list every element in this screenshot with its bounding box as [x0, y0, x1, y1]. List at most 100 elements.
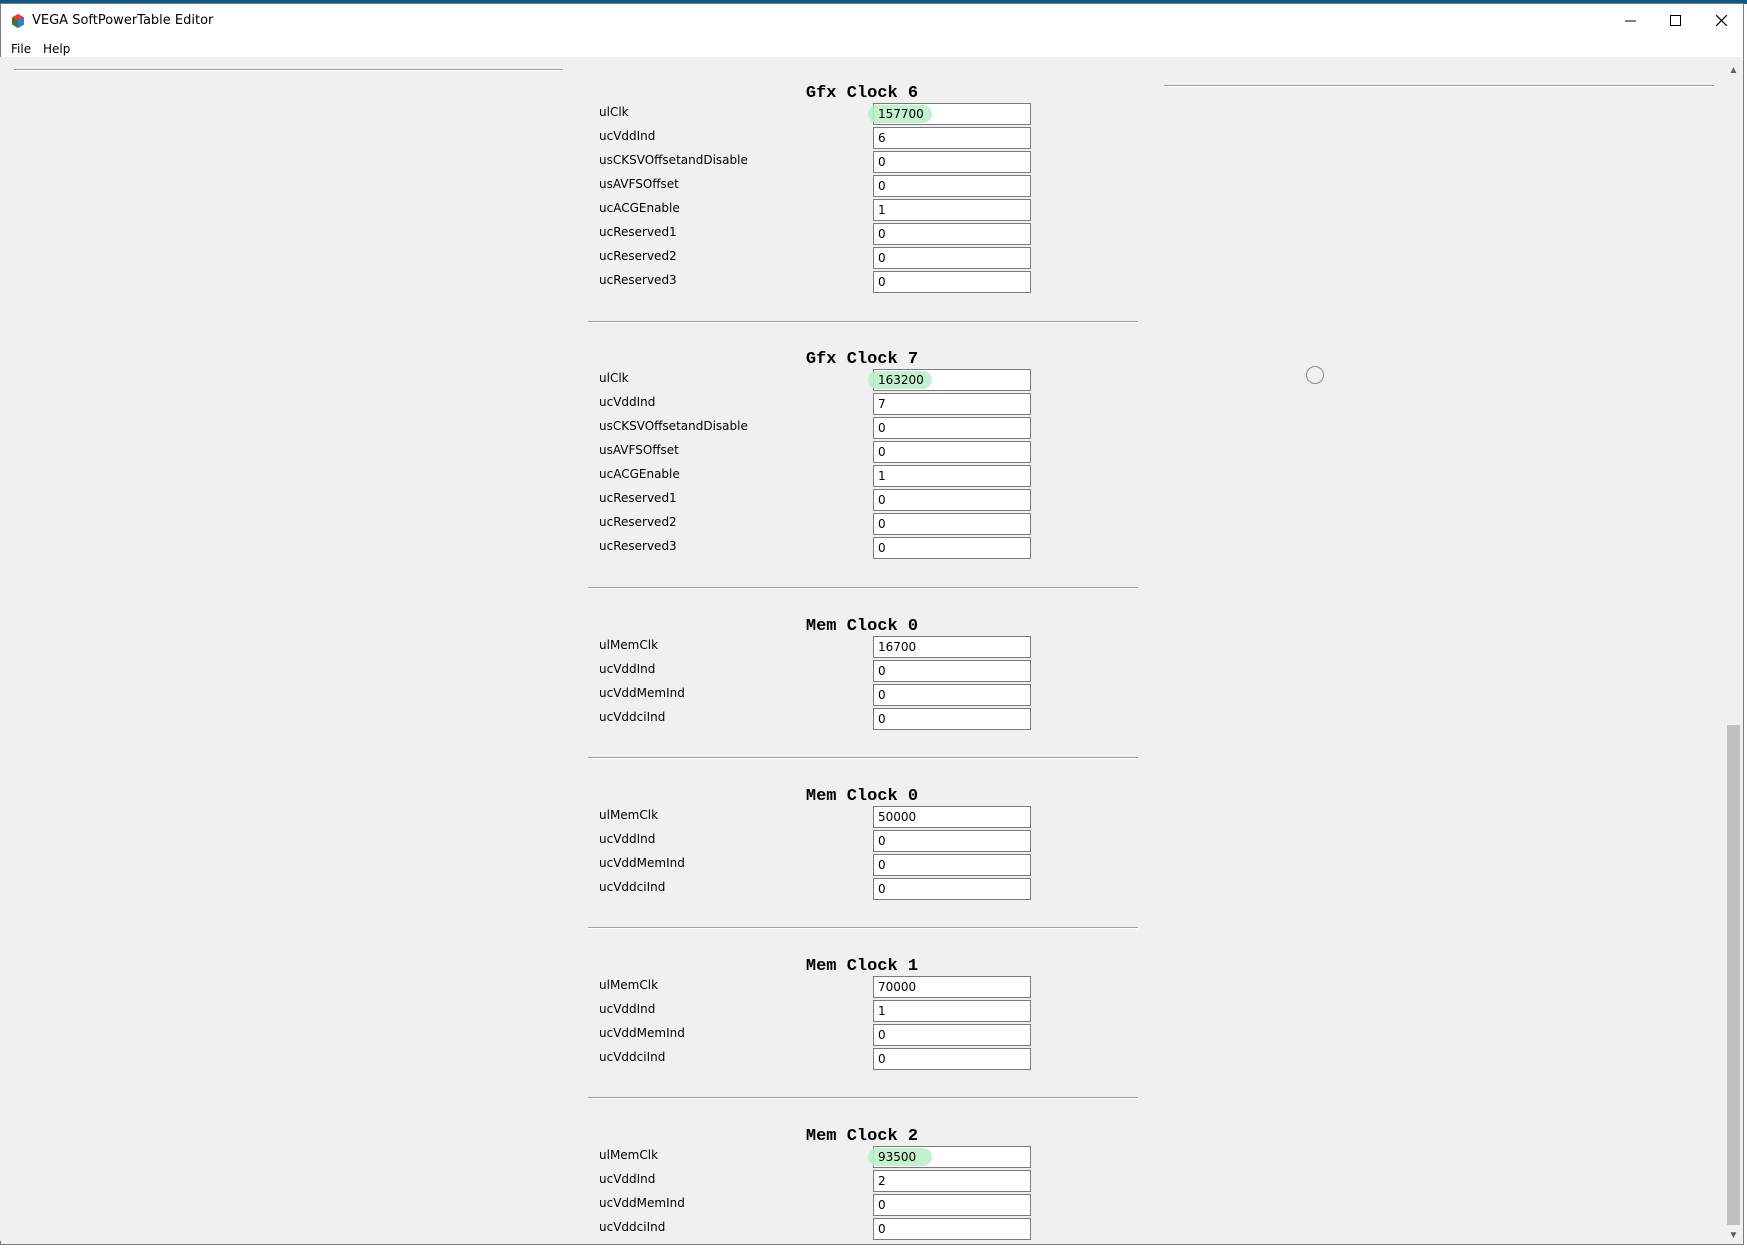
title-bar[interactable]: VEGA SoftPowerTable Editor	[1, 4, 1743, 39]
field-value-input[interactable]: 0	[873, 708, 1031, 730]
minimize-icon	[1624, 20, 1636, 22]
field-value-text: 0	[878, 227, 886, 241]
field-value-input[interactable]: 0	[873, 441, 1031, 463]
field-label: ulClk	[599, 371, 629, 385]
field-label: ucVddMemInd	[599, 686, 685, 700]
field-value-input[interactable]: 1	[873, 199, 1031, 221]
field-value-text: 0	[878, 834, 886, 848]
field-value-input[interactable]: 0	[873, 223, 1031, 245]
field-value-input[interactable]: 16700	[873, 636, 1031, 658]
field-value-text: 0	[878, 1222, 886, 1236]
field-value-input[interactable]: 0	[873, 513, 1031, 535]
field-value-input[interactable]: 0	[873, 1194, 1031, 1216]
section-separator	[588, 927, 1138, 929]
field-label: ucVddMemInd	[599, 1026, 685, 1040]
field-value-text: 0	[878, 179, 886, 193]
field-label: ucReserved3	[599, 273, 677, 287]
field-value-input[interactable]: 0	[873, 489, 1031, 511]
field-value-text: 0	[878, 664, 886, 678]
field-value-input[interactable]: 70000	[873, 976, 1031, 998]
field-value-text: 0	[878, 493, 886, 507]
field-value-input[interactable]: 0	[873, 247, 1031, 269]
section-title: Gfx Clock 6	[805, 84, 919, 103]
close-icon	[1715, 15, 1727, 26]
field-value-text: 70000	[878, 980, 917, 994]
field-value-text: 16700	[878, 640, 917, 654]
field-value-text: 0	[878, 688, 886, 702]
field-label: ulMemClk	[599, 638, 659, 652]
window-title: VEGA SoftPowerTable Editor	[32, 13, 214, 28]
field-value-input[interactable]: 0	[873, 175, 1031, 197]
field-label: ucACGEnable	[599, 467, 680, 481]
field-value-input[interactable]: 163200	[868, 369, 1031, 391]
field-value-text: 2	[878, 1174, 886, 1188]
field-label: ucReserved2	[599, 249, 677, 263]
field-label: ucVddciInd	[599, 1220, 666, 1234]
cursor-indicator	[1306, 366, 1324, 384]
field-value-text: 0	[878, 445, 886, 459]
field-label: ulClk	[599, 105, 629, 119]
field-value-input[interactable]: 0	[873, 271, 1031, 293]
close-button[interactable]	[1698, 4, 1744, 37]
section-title: Gfx Clock 7	[805, 350, 919, 369]
field-label: ucReserved1	[599, 491, 677, 505]
field-value-input[interactable]: 0	[873, 830, 1031, 852]
field-label: ucVddMemInd	[599, 856, 685, 870]
section-separator	[588, 321, 1138, 323]
field-value-text: 0	[878, 155, 886, 169]
field-value-input[interactable]: 0	[873, 417, 1031, 439]
field-value-text: 0	[878, 1052, 886, 1066]
field-label: ucVddMemInd	[599, 1196, 685, 1210]
scroll-down-icon[interactable]: ▼	[1725, 1227, 1742, 1244]
app-icon	[12, 14, 24, 28]
field-value-input[interactable]: 93500	[868, 1146, 1031, 1168]
menu-help[interactable]: Help	[43, 42, 70, 56]
field-value-input[interactable]: 2	[873, 1170, 1031, 1192]
field-value-text: 1	[878, 203, 886, 217]
field-label: usAVFSOffset	[599, 443, 679, 457]
field-value-input[interactable]: 0	[873, 151, 1031, 173]
field-value-input[interactable]: 50000	[873, 806, 1031, 828]
field-label: ucReserved3	[599, 539, 677, 553]
field-value-text: 0	[878, 421, 886, 435]
field-value-input[interactable]: 6	[873, 127, 1031, 149]
right-column-separator	[1164, 85, 1714, 87]
field-value-input[interactable]: 0	[873, 1218, 1031, 1240]
field-value-text: 163200	[878, 373, 924, 387]
field-value-text: 0	[878, 251, 886, 265]
field-value-input[interactable]: 0	[873, 1024, 1031, 1046]
field-value-text: 93500	[878, 1150, 917, 1164]
menu-file[interactable]: File	[11, 42, 31, 56]
field-value-text: 0	[878, 858, 886, 872]
field-value-input[interactable]: 7	[873, 393, 1031, 415]
field-value-text: 0	[878, 517, 886, 531]
field-label: ucACGEnable	[599, 201, 680, 215]
field-value-input[interactable]: 1	[873, 1000, 1031, 1022]
field-value-input[interactable]: 157700	[868, 103, 1031, 125]
field-label: ulMemClk	[599, 978, 659, 992]
field-label: ucReserved1	[599, 225, 677, 239]
field-value-input[interactable]: 1	[873, 465, 1031, 487]
field-value-input[interactable]: 0	[873, 854, 1031, 876]
field-value-input[interactable]: 0	[873, 660, 1031, 682]
field-value-text: 0	[878, 541, 886, 555]
field-value-input[interactable]: 0	[873, 1048, 1031, 1070]
field-value-input[interactable]: 0	[873, 684, 1031, 706]
section-separator	[588, 1097, 1138, 1099]
scrollbar-thumb[interactable]	[1727, 725, 1740, 1225]
scroll-up-icon[interactable]: ▲	[1725, 62, 1742, 79]
section-title: Mem Clock 0	[805, 617, 919, 636]
field-label: ucVddciInd	[599, 1050, 666, 1064]
field-label: ucReserved2	[599, 515, 677, 529]
maximize-icon	[1669, 15, 1681, 26]
section-title: Mem Clock 1	[805, 957, 919, 976]
editor-scroll-area[interactable]: Gfx Clock 6 ulClk 157700 ucVddInd 6 usCKSVOff…	[0, 57, 1725, 1241]
maximize-button[interactable]	[1652, 4, 1698, 37]
section-separator	[588, 757, 1138, 759]
field-value-text: 0	[878, 712, 886, 726]
field-label: ucVddInd	[599, 1172, 656, 1186]
field-label: ucVddInd	[599, 1002, 656, 1016]
field-value-input[interactable]: 0	[873, 878, 1031, 900]
field-value-input[interactable]: 0	[873, 537, 1031, 559]
minimize-button[interactable]	[1607, 4, 1653, 37]
